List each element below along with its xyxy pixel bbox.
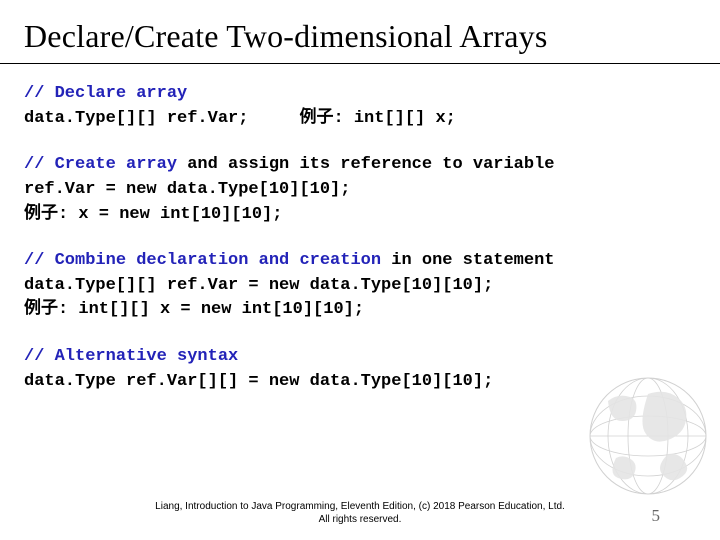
comment-combine-suffix: in one statement <box>381 251 554 270</box>
code-alternative-1: data.Type ref.Var[][] = new data.Type[10… <box>24 372 493 391</box>
slide-content: // Declare array data.Type[][] ref.Var; … <box>0 64 720 394</box>
comment-create: // Create array <box>24 155 177 174</box>
comment-alternative: // Alternative syntax <box>24 347 238 366</box>
page-number: 5 <box>652 506 661 526</box>
code-block-create: // Create array and assign its reference… <box>24 153 704 227</box>
comment-create-suffix: and assign its reference to variable <box>177 155 554 174</box>
code-create-1: ref.Var = new data.Type[10][10]; <box>24 180 350 199</box>
code-combine-2: 例子: int[][] x = new int[10][10]; <box>24 300 364 319</box>
code-block-declare: // Declare array data.Type[][] ref.Var; … <box>24 82 704 131</box>
globe-icon <box>588 376 708 496</box>
slide-title: Declare/Create Two-dimensional Arrays <box>0 0 720 64</box>
comment-combine: // Combine declaration and creation <box>24 251 381 270</box>
footer-line1: Liang, Introduction to Java Programming,… <box>155 501 565 512</box>
footer-line2: All rights reserved. <box>319 514 402 525</box>
code-declare: data.Type[][] ref.Var; 例子: int[][] x; <box>24 109 456 128</box>
code-create-2: 例子: x = new int[10][10]; <box>24 205 282 224</box>
code-combine-1: data.Type[][] ref.Var = new data.Type[10… <box>24 276 493 295</box>
footer-citation: Liang, Introduction to Java Programming,… <box>0 501 720 526</box>
comment-declare: // Declare array <box>24 84 187 103</box>
code-block-combine: // Combine declaration and creation in o… <box>24 249 704 323</box>
